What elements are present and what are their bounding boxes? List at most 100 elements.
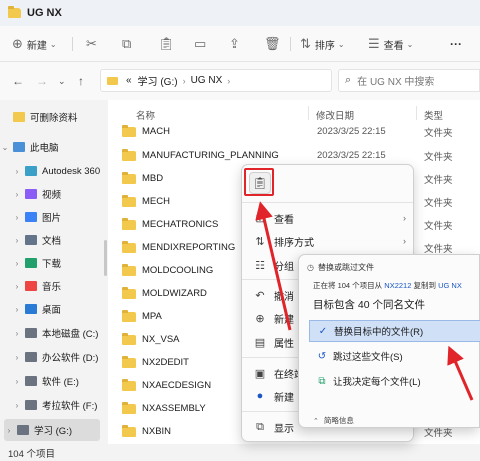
sidebar-item-autodesk[interactable]: › Autodesk 360 <box>12 160 112 182</box>
cloud-icon <box>25 166 37 176</box>
folder-icon <box>8 6 21 18</box>
sidebar-item-downloads[interactable]: › 下载 <box>12 252 112 274</box>
breadcrumb-overflow[interactable]: « <box>126 75 132 86</box>
divider <box>290 37 291 51</box>
sidebar-item-label: Autodesk 360 <box>42 165 101 177</box>
sidebar-item-drive-d[interactable]: › 办公软件 (D:) <box>12 346 112 368</box>
chevron-right-icon[interactable]: › <box>12 377 22 386</box>
copy-icon: ⧉ <box>122 36 132 51</box>
folder-icon <box>122 424 136 437</box>
chevron-right-icon[interactable]: › <box>12 259 22 268</box>
sidebar-item-this-pc[interactable]: ⌄ 此电脑 <box>0 136 100 158</box>
option-label: 让我决定每个文件(L) <box>333 377 421 388</box>
menu-item-label: 查看 <box>274 214 294 226</box>
sidebar-item-pictures[interactable]: › 图片 <box>12 206 112 228</box>
skip-files-option[interactable]: ↺ 跳过这些文件(S) <box>309 345 480 367</box>
clock-icon: ◷ <box>307 263 314 272</box>
replace-skip-dialog: ◷ 替换或跳过文件 正在将 104 个项目从 NX2212 复制到 UG NX … <box>298 254 480 428</box>
folder-icon <box>122 148 136 161</box>
paste-button[interactable]: 📋︎ <box>158 35 175 53</box>
fewer-details-toggle[interactable]: ⌃ 简略信息 <box>313 415 354 426</box>
download-icon <box>25 258 37 268</box>
sort-button[interactable]: ⇅ 排序 ⌄ <box>300 35 345 53</box>
menu-item-label: 分组 <box>274 261 294 273</box>
back-arrow-icon[interactable]: ← <box>12 74 24 88</box>
menu-item-sort[interactable]: ⇅ 排序方式 › <box>252 231 410 251</box>
more-button[interactable]: ··· <box>446 35 462 53</box>
copy-button[interactable]: ⧉ <box>122 35 131 53</box>
sidebar-item-drive-f[interactable]: › 考拉软件 (F:) <box>12 394 112 416</box>
sidebar-item-label: 音乐 <box>42 282 62 293</box>
cut-button[interactable]: ✂ <box>86 35 97 53</box>
sidebar-item-label: 本地磁盘 (C:) <box>42 329 99 340</box>
search-icon: ⌕ <box>345 74 352 86</box>
breadcrumb-folder[interactable]: UG NX <box>191 75 223 86</box>
share-button[interactable]: ⇪ <box>229 35 240 53</box>
sidebar-item-removable[interactable]: 可删除资料 <box>0 106 100 128</box>
clipboard-icon: 📋︎ <box>158 36 175 51</box>
address-field[interactable]: « 学习 (G:) › UG NX › <box>100 69 332 92</box>
chevron-right-icon[interactable]: › <box>4 426 14 435</box>
info-source-link[interactable]: NX2212 <box>384 281 411 290</box>
file-row[interactable]: MACH 2023/3/25 22:15 文件夹 <box>122 120 477 143</box>
sidebar-item-label: 考拉软件 (F:) <box>42 401 98 412</box>
sidebar-item-label: 视频 <box>42 190 62 201</box>
dialog-heading: 目标包含 40 个同名文件 <box>313 299 426 311</box>
sidebar-item-drive-e[interactable]: › 软件 (E:) <box>12 370 112 392</box>
chevron-right-icon[interactable]: › <box>12 353 22 362</box>
menu-item-label: 撤消 <box>274 291 294 303</box>
sidebar-item-drive-c[interactable]: › 本地磁盘 (C:) <box>12 322 112 344</box>
video-icon <box>25 189 37 199</box>
grid-icon: ⊞ <box>255 212 265 225</box>
checkmark-icon: ✓ <box>318 325 328 337</box>
chevron-right-icon[interactable]: › <box>12 329 22 338</box>
chevron-right-icon[interactable]: › <box>12 167 22 176</box>
new-button[interactable]: ⊕ 新建 ⌄ <box>12 35 57 53</box>
chevron-right-icon[interactable]: › <box>12 190 22 199</box>
chevron-right-icon[interactable]: › <box>12 213 22 222</box>
sidebar-item-documents[interactable]: › 文档 <box>12 229 112 251</box>
chevron-right-icon[interactable]: › <box>12 236 22 245</box>
trash-icon: 🗑︎ <box>264 36 281 51</box>
chevron-down-icon: ⌄ <box>337 39 345 49</box>
command-bar: ⊕ 新建 ⌄ ✂ ⧉ 📋︎ ▭ ⇪ 🗑︎ ⇅ 排序 ⌄ ☰ 查看 ⌄ ··· <box>0 26 480 62</box>
dialog-title: ◷ 替换或跳过文件 <box>307 262 374 273</box>
chevron-down-icon[interactable]: ⌄ <box>0 143 10 152</box>
menu-item-view[interactable]: ⊞ 查看 › <box>252 208 410 228</box>
fewer-details-label: 简略信息 <box>323 416 354 425</box>
sidebar-item-videos[interactable]: › 视频 <box>12 183 112 205</box>
drive-icon <box>25 400 37 410</box>
divider <box>308 106 309 120</box>
sidebar-item-music[interactable]: › 音乐 <box>12 275 112 297</box>
expand-icon: ⧉ <box>256 420 264 433</box>
folder-icon <box>122 355 136 368</box>
rename-icon: ▭ <box>194 36 207 51</box>
rename-button[interactable]: ▭ <box>194 35 206 53</box>
chevron-right-icon[interactable]: › <box>12 305 22 314</box>
sidebar-scrollbar[interactable] <box>104 240 107 276</box>
divider <box>242 202 413 203</box>
search-input[interactable]: ⌕ 在 UG NX 中搜索 <box>338 69 480 92</box>
view-button[interactable]: ☰ 查看 ⌄ <box>368 35 413 53</box>
group-icon: ☷ <box>255 259 265 272</box>
breadcrumb-drive[interactable]: 学习 (G:) <box>138 73 178 88</box>
folder-icon <box>122 217 136 230</box>
up-arrow-icon[interactable]: ↑ <box>78 74 84 88</box>
info-dest-link[interactable]: UG NX <box>438 281 462 290</box>
chevron-down-icon[interactable]: ⌄ <box>58 76 66 87</box>
chevron-right-icon[interactable]: › <box>12 401 22 410</box>
option-label: 替换目标中的文件(R) <box>334 327 424 338</box>
menu-item-label: 新建 <box>274 392 294 404</box>
folder-icon <box>122 286 136 299</box>
sidebar-item-drive-g[interactable]: › 学习 (G:) <box>4 419 100 441</box>
replace-files-option[interactable]: ✓ 替换目标中的文件(R) <box>309 320 480 342</box>
forward-arrow-icon[interactable]: → <box>36 74 48 88</box>
delete-button[interactable]: 🗑︎ <box>264 35 281 53</box>
chevron-right-icon: › <box>227 75 231 86</box>
drive-icon <box>25 352 37 362</box>
chevron-down-icon: ⌄ <box>49 39 57 49</box>
sidebar-item-desktop[interactable]: › 桌面 <box>12 298 112 320</box>
chevron-right-icon: › <box>403 213 406 223</box>
chevron-right-icon[interactable]: › <box>12 282 22 291</box>
decide-each-option[interactable]: ⧉ 让我决定每个文件(L) <box>309 370 480 392</box>
